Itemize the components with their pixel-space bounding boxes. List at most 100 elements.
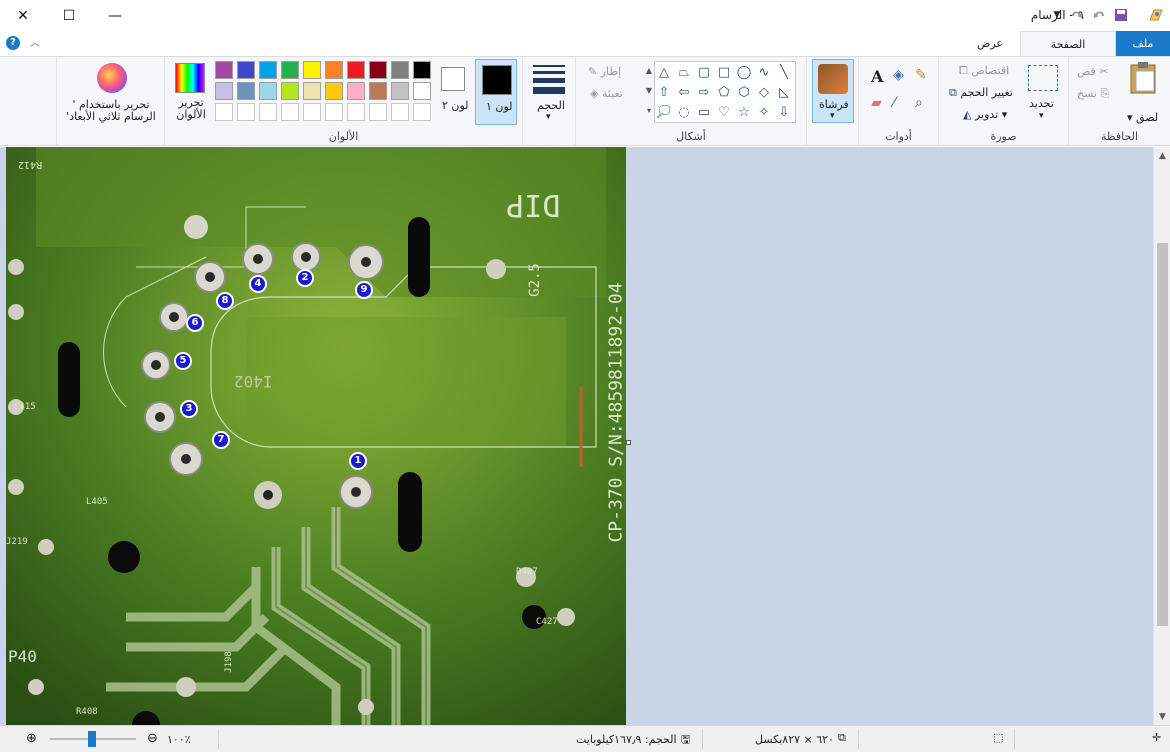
fill-button[interactable]: تعبئة ◈: [590, 87, 623, 100]
customize-toolbar-icon[interactable]: ▼: [1049, 7, 1065, 23]
palette-color-swatch[interactable]: [347, 82, 365, 100]
palette-custom-slot[interactable]: [215, 103, 233, 121]
rotate-button[interactable]: ▾ تدوير ◭: [963, 108, 1007, 121]
palette-custom-slot[interactable]: [325, 103, 343, 121]
color-picker-icon[interactable]: ⁄: [893, 95, 895, 111]
palette-color-swatch[interactable]: [369, 61, 387, 79]
fill-bucket-icon[interactable]: ◈: [893, 67, 904, 83]
palette-color-swatch[interactable]: [413, 61, 431, 79]
cut-button[interactable]: ✂ قص: [1077, 65, 1108, 78]
color2-button[interactable]: لون ٢: [435, 59, 473, 125]
palette-color-swatch[interactable]: [281, 61, 299, 79]
right-triangle-icon[interactable]: ◺: [775, 83, 793, 101]
resize-button[interactable]: تغيير الحجم ⧉: [949, 86, 1013, 100]
palette-color-swatch[interactable]: [325, 82, 343, 100]
palette-color-swatch[interactable]: [259, 82, 277, 100]
zoom-slider[interactable]: [50, 731, 136, 747]
left-arrow-icon[interactable]: ⇦: [675, 83, 693, 101]
tab-file[interactable]: ملف: [1116, 31, 1170, 56]
pentagon-icon[interactable]: ⬠: [715, 83, 733, 101]
palette-color-swatch[interactable]: [259, 61, 277, 79]
palette-color-swatch[interactable]: [281, 82, 299, 100]
palette-color-swatch[interactable]: [369, 82, 387, 100]
palette-custom-slot[interactable]: [413, 103, 431, 121]
tab-home[interactable]: الصفحة الرئيسية: [1020, 31, 1116, 76]
palette-custom-slot[interactable]: [391, 103, 409, 121]
rounded-rectangle-icon[interactable]: ▢: [695, 63, 713, 81]
palette-color-swatch[interactable]: [391, 82, 409, 100]
palette-color-swatch[interactable]: [215, 82, 233, 100]
size-icon[interactable]: [533, 65, 565, 94]
brushes-button[interactable]: فرشاة ▾: [812, 59, 854, 123]
scroll-up-icon[interactable]: ▲: [1154, 147, 1170, 164]
tab-view[interactable]: عرض: [960, 31, 1020, 56]
minimize-button[interactable]: —: [92, 0, 138, 31]
palette-custom-slot[interactable]: [281, 103, 299, 121]
text-tool-icon[interactable]: A: [871, 67, 883, 86]
select-dropdown-icon[interactable]: ▾: [1039, 111, 1044, 121]
maximize-button[interactable]: ☐: [46, 0, 92, 31]
palette-custom-slot[interactable]: [303, 103, 321, 121]
edit-with-paint3d-button[interactable]: تحرير باستخدام ' الرسام ثلاثي الأبعاد': [63, 99, 159, 123]
canvas-image[interactable]: R412 DIP CP-370 S/N:4859811892-04 G2.5 C…: [6, 147, 626, 725]
scroll-down-icon[interactable]: ▼: [1154, 708, 1170, 725]
paste-icon[interactable]: [1127, 61, 1159, 98]
outline-button[interactable]: إطار ✎: [588, 65, 621, 78]
size-dropdown-icon[interactable]: ▾: [546, 112, 551, 122]
magnifier-icon[interactable]: ⌕: [915, 95, 923, 111]
oval-callout-icon[interactable]: ◌: [675, 103, 693, 121]
palette-color-swatch[interactable]: [303, 61, 321, 79]
pencil-icon[interactable]: ✎: [915, 67, 927, 83]
crop-button[interactable]: اقتصاص ⧠: [959, 64, 1009, 78]
triangle-icon[interactable]: △: [655, 63, 673, 81]
canvas-workspace[interactable]: R412 DIP CP-370 S/N:4859811892-04 G2.5 C…: [0, 147, 1153, 725]
up-arrow-icon[interactable]: ⇧: [655, 83, 673, 101]
down-arrow-icon[interactable]: ⇩: [775, 103, 793, 121]
redo-icon[interactable]: [1069, 7, 1085, 23]
palette-custom-slot[interactable]: [369, 103, 387, 121]
eraser-icon[interactable]: ▰: [871, 95, 882, 111]
size-label[interactable]: الحجم: [537, 99, 565, 112]
right-arrow-icon[interactable]: ⇨: [695, 83, 713, 101]
heart-icon[interactable]: ♡: [715, 103, 733, 121]
palette-color-swatch[interactable]: [215, 61, 233, 79]
save-icon[interactable]: [1113, 7, 1129, 23]
cloud-callout-icon[interactable]: 💭︎: [655, 103, 673, 121]
oval-icon[interactable]: ◯: [735, 63, 753, 81]
palette-color-swatch[interactable]: [303, 82, 321, 100]
hexagon-icon[interactable]: ⬡: [735, 83, 753, 101]
star-icon[interactable]: ☆: [735, 103, 753, 121]
paste-button[interactable]: لصق ▾: [1127, 111, 1158, 124]
line-icon[interactable]: ╲: [775, 63, 793, 81]
rect-callout-icon[interactable]: ▭: [695, 103, 713, 121]
four-point-star-icon[interactable]: ✧: [755, 103, 773, 121]
zoom-out-icon[interactable]: ⊖: [147, 731, 158, 746]
rectangle-icon[interactable]: □: [715, 63, 733, 81]
paint3d-icon[interactable]: [97, 63, 127, 93]
collapse-ribbon-icon[interactable]: ︿: [30, 34, 40, 49]
color1-button[interactable]: لون ١: [475, 59, 517, 125]
scroll-thumb[interactable]: [1157, 243, 1168, 626]
palette-custom-slot[interactable]: [259, 103, 277, 121]
close-button[interactable]: ✕: [0, 0, 46, 31]
palette-color-swatch[interactable]: [391, 61, 409, 79]
palette-color-swatch[interactable]: [237, 61, 255, 79]
zoom-slider-thumb[interactable]: [88, 731, 96, 747]
select-button[interactable]: تحديد: [1029, 97, 1054, 110]
palette-color-swatch[interactable]: [237, 82, 255, 100]
diamond-icon[interactable]: ◇: [755, 83, 773, 101]
curve-icon[interactable]: ∿: [755, 63, 773, 81]
palette-color-swatch[interactable]: [347, 61, 365, 79]
help-icon[interactable]: ?: [6, 36, 20, 50]
zoom-in-icon[interactable]: ⊕: [26, 731, 37, 746]
select-icon[interactable]: [1028, 65, 1058, 91]
shapes-scroll[interactable]: ▲ ▼ ▾: [644, 61, 654, 123]
palette-custom-slot[interactable]: [347, 103, 365, 121]
palette-color-swatch[interactable]: [413, 82, 431, 100]
undo-icon[interactable]: [1091, 7, 1107, 23]
palette-custom-slot[interactable]: [237, 103, 255, 121]
edit-colors-button[interactable]: تحرير الألوان: [169, 97, 213, 121]
edit-colors-icon[interactable]: [175, 63, 205, 93]
polygon-icon[interactable]: ⏢: [675, 63, 693, 81]
copy-button[interactable]: ⎘ نسخ: [1077, 87, 1109, 101]
